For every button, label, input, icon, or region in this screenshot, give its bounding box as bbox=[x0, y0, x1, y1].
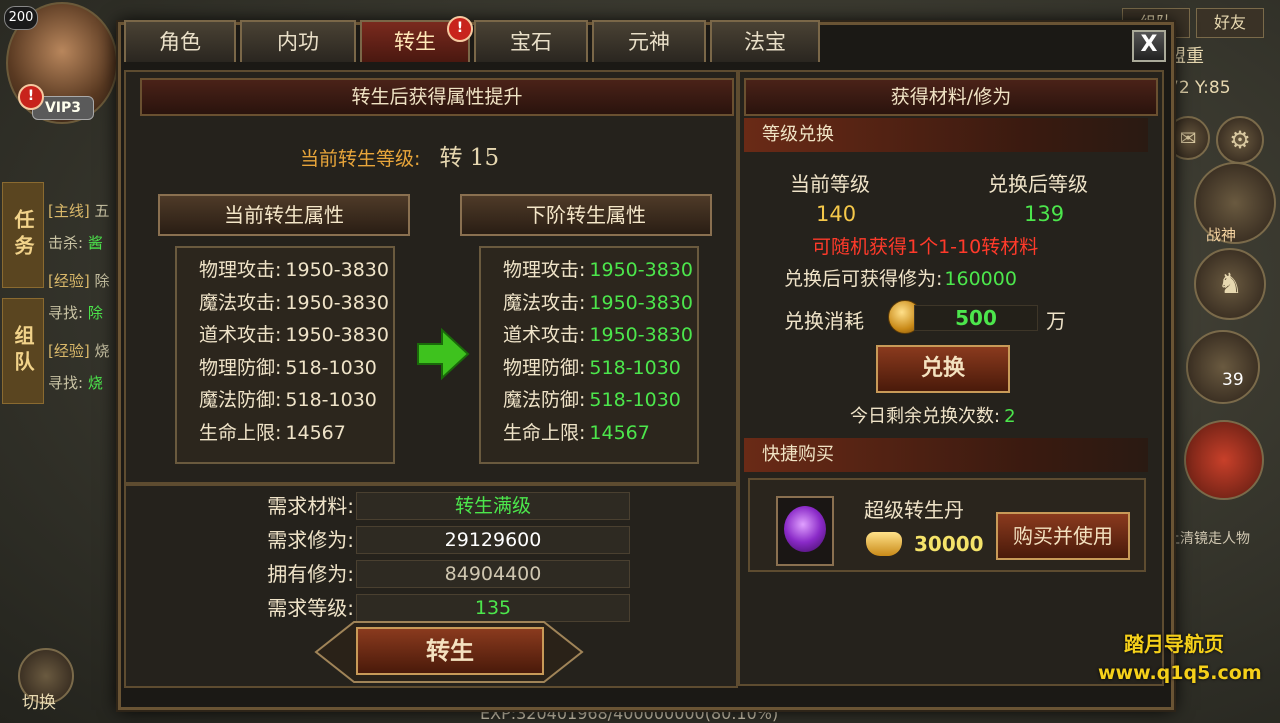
tab-gems[interactable]: 宝石 bbox=[474, 20, 588, 62]
attr-row: 道术攻击: 1950-3830 bbox=[503, 324, 693, 346]
current-attributes-box: 物理攻击: 1950-3830 魔法攻击: 1950-3830 道术攻击: 1950-… bbox=[175, 246, 395, 464]
requirement-label: 需求修为: bbox=[267, 528, 354, 552]
attr-row: 道术攻击: 1950-3830 bbox=[199, 324, 389, 346]
current-attributes-title: 当前转生属性 bbox=[158, 194, 410, 236]
requirement-label: 需求材料: bbox=[267, 494, 354, 518]
attr-row: 物理攻击: 1950-3830 bbox=[199, 259, 389, 281]
hero-label: 战神 bbox=[1206, 226, 1237, 244]
next-attributes-title: 下阶转生属性 bbox=[460, 194, 712, 236]
quest-line[interactable]: 击杀: 酱 bbox=[48, 232, 103, 253]
attr-row: 生命上限: 14567 bbox=[503, 421, 650, 444]
gold-ingot-icon bbox=[866, 532, 902, 556]
remaining-exchanges: 今日剩余兑换次数: 2 bbox=[850, 406, 1016, 427]
hero-portrait[interactable]: 战神 bbox=[1194, 162, 1276, 244]
switch-label[interactable]: 切换 bbox=[22, 688, 56, 713]
attributes-header: 转生后获得属性提升 bbox=[140, 78, 734, 116]
side-tab-team[interactable]: 组队 bbox=[2, 298, 44, 404]
gear-icon[interactable]: ⚙ bbox=[1216, 116, 1264, 164]
arrow-right-icon bbox=[417, 327, 470, 381]
map-label: 上清镜走人物 bbox=[1166, 531, 1250, 547]
tab-spirit[interactable]: 元神 bbox=[592, 20, 706, 62]
exchange-button[interactable]: 兑换 bbox=[876, 345, 1010, 393]
item-slot[interactable] bbox=[776, 496, 834, 566]
attr-row: 魔法防御: 518-1030 bbox=[503, 389, 681, 411]
current-level-value: 140 bbox=[816, 202, 857, 226]
buy-and-use-button[interactable]: 购买并使用 bbox=[996, 512, 1130, 560]
random-material-note: 可随机获得1个1-10转材料 bbox=[812, 236, 1039, 258]
requirement-value: 135 bbox=[356, 594, 630, 622]
rebirth-pill-icon bbox=[784, 506, 826, 552]
current-rebirth-level: 当前转生等级: 转 15 bbox=[300, 138, 499, 172]
gain-cultivation-row: 兑换后可获得修为: 160000 bbox=[784, 268, 1017, 290]
next-attributes-box: 物理攻击: 1950-3830 魔法攻击: 1950-3830 道术攻击: 1950-… bbox=[479, 246, 699, 464]
attack-skill-icon[interactable] bbox=[1184, 420, 1264, 500]
quest-line[interactable]: 寻找: 除 bbox=[48, 302, 103, 323]
player-level-badge: 200 bbox=[4, 6, 38, 30]
quest-line[interactable]: [经验] 除 bbox=[48, 270, 110, 291]
requirement-value: 84904400 bbox=[356, 560, 630, 588]
avatar-alert-icon: ! bbox=[18, 84, 44, 110]
attr-row: 生命上限: 14567 bbox=[199, 421, 346, 444]
after-level-label: 兑换后等级 bbox=[988, 172, 1088, 196]
close-button[interactable]: X bbox=[1132, 30, 1166, 62]
horse-icon[interactable]: ♞ bbox=[1194, 248, 1266, 320]
watermark-url: www.q1q5.com bbox=[1098, 662, 1262, 684]
tab-character[interactable]: 角色 bbox=[124, 20, 236, 62]
tab-treasure[interactable]: 法宝 bbox=[710, 20, 820, 62]
cost-value: 500 bbox=[914, 305, 1038, 331]
watermark-title: 踏月导航页 bbox=[1124, 632, 1224, 656]
skill-count: 39 bbox=[1222, 370, 1244, 390]
quest-line[interactable]: [主线] 五 bbox=[48, 200, 110, 221]
cost-label: 兑换消耗 bbox=[784, 309, 864, 333]
attr-row: 魔法防御: 518-1030 bbox=[199, 389, 377, 411]
after-level-value: 139 bbox=[1024, 202, 1065, 226]
attr-row: 魔法攻击: 1950-3830 bbox=[503, 291, 693, 314]
rebirth-button[interactable]: 转生 bbox=[356, 627, 544, 675]
quest-line[interactable]: [经验] 烧 bbox=[48, 340, 110, 361]
level-exchange-section: 等级兑换 bbox=[744, 118, 1148, 152]
coords-readout: 72 Y:85 bbox=[1168, 78, 1231, 98]
attr-row: 物理防御: 518-1030 bbox=[199, 356, 377, 379]
requirement-value: 转生满级 bbox=[356, 492, 630, 520]
current-rebirth-label: 当前转生等级: bbox=[300, 148, 421, 170]
item-name: 超级转生丹 bbox=[864, 498, 964, 522]
quest-line[interactable]: 寻找: 烧 bbox=[48, 372, 103, 393]
requirement-label: 拥有修为: bbox=[267, 562, 354, 586]
cost-unit: 万 bbox=[1046, 309, 1066, 333]
attr-row: 魔法攻击: 1950-3830 bbox=[199, 291, 389, 314]
exchange-header: 获得材料/修为 bbox=[744, 78, 1158, 116]
current-rebirth-value: 转 15 bbox=[439, 145, 500, 171]
attr-row: 物理攻击: 1950-3830 bbox=[503, 259, 693, 281]
attr-row: 物理防御: 518-1030 bbox=[503, 356, 681, 379]
quick-buy-section: 快捷购买 bbox=[744, 438, 1148, 472]
item-price: 30000 bbox=[914, 532, 984, 556]
current-level-label: 当前等级 bbox=[790, 172, 870, 196]
requirement-value: 29129600 bbox=[356, 526, 630, 554]
side-tab-tasks[interactable]: 任务 bbox=[2, 182, 44, 288]
tab-inner-power[interactable]: 内功 bbox=[240, 20, 356, 62]
skill-icon[interactable]: 39 bbox=[1186, 330, 1260, 404]
requirement-label: 需求等级: bbox=[267, 596, 354, 620]
tab-alert-icon: ! bbox=[447, 16, 473, 42]
friends-button[interactable]: 好友 bbox=[1196, 8, 1264, 38]
